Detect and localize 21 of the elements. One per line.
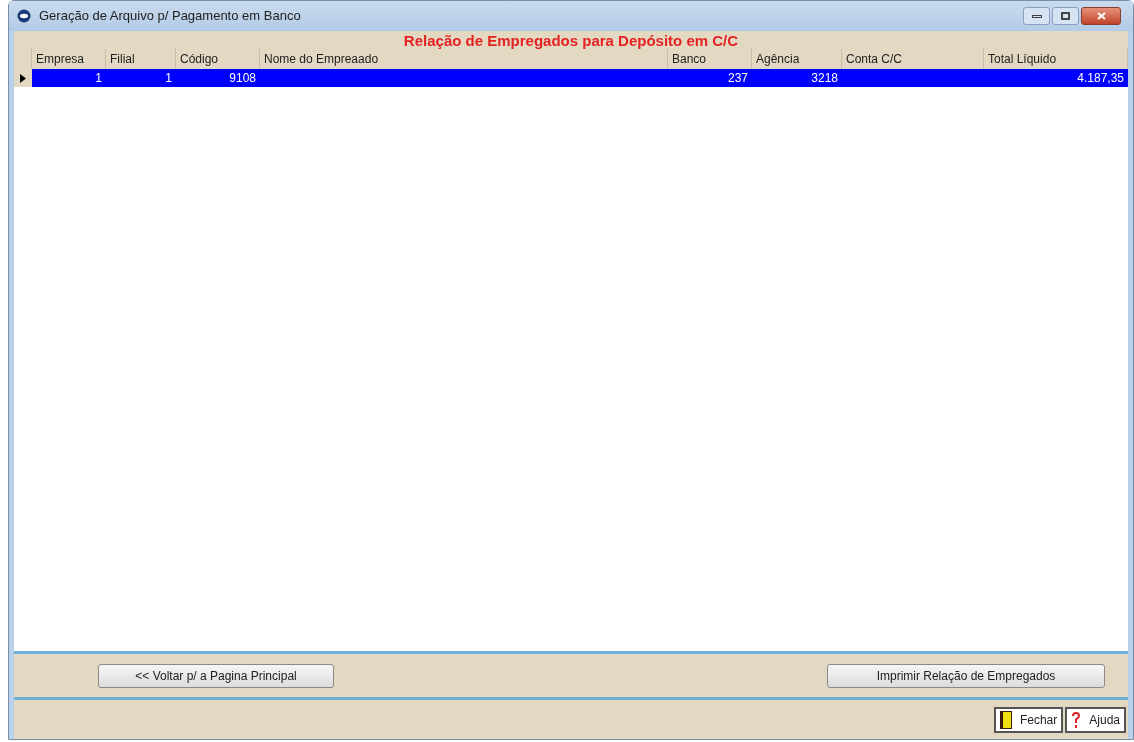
close-button[interactable] [1081,7,1121,25]
back-button[interactable]: << Voltar p/ a Pagina Principal [98,663,334,688]
table-cell-text: 237 [727,70,748,87]
table-cell-text: 3218 [811,70,838,87]
table-cell-text: 4.187,35 [1077,70,1124,87]
table-cell-text: 9108 [229,70,256,87]
app-icon [17,9,31,23]
window-title: Geração de Arquivo p/ Pagamento em Banco [39,7,301,26]
door-icon [999,710,1012,729]
close-icon [1096,12,1106,20]
table-cell-text: 1 [95,70,102,87]
help-button[interactable]: Ajuda [1065,706,1126,733]
close-form-button[interactable]: Fechar [993,706,1064,733]
report-heading: Relação de Empregados para Depósito em C/C [403,32,739,48]
maximize-button[interactable] [1052,7,1079,25]
question-icon [1071,711,1082,728]
print-button[interactable]: Imprimir Relação de Empregados [827,663,1105,688]
table-cell-text: 1 [165,70,172,87]
minimize-button[interactable] [1023,7,1050,25]
table-row[interactable]: 1 1 9108 237 3218 4.187,35 [32,69,1128,87]
row-pointer-icon [20,73,26,83]
